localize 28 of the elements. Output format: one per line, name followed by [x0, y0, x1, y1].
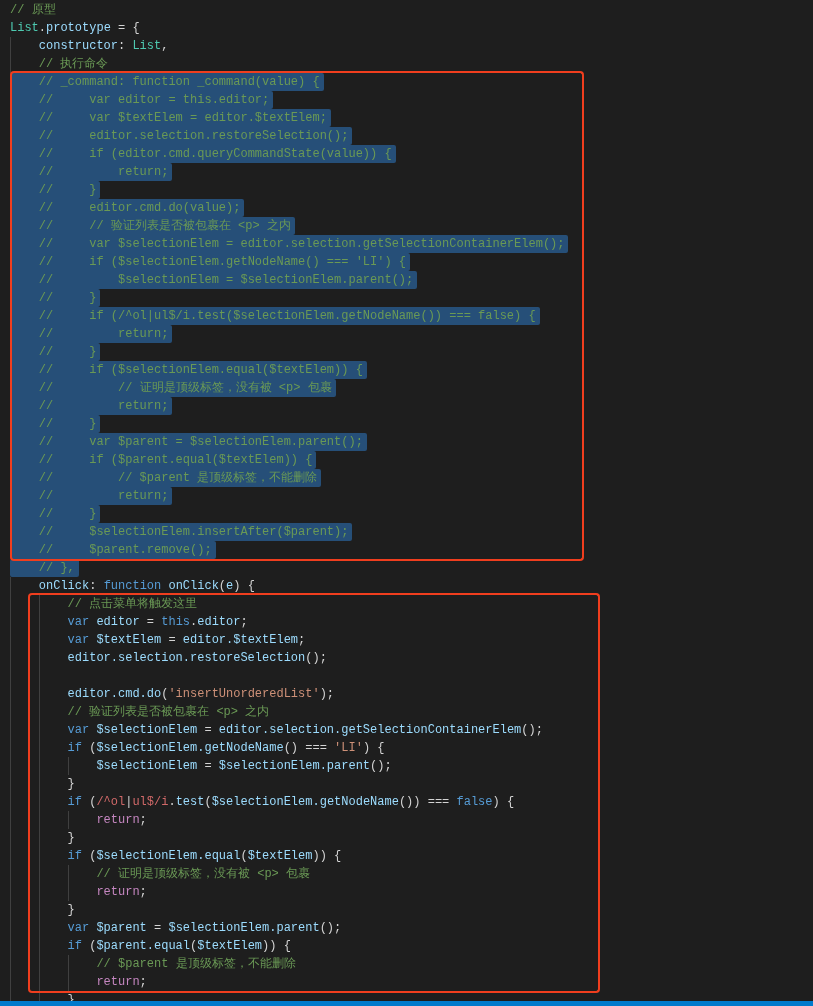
- code-line: return;: [96, 974, 148, 991]
- code-line: editor.cmd.do('insertUnorderedList');: [67, 686, 336, 703]
- code-line: editor.selection.restoreSelection();: [67, 650, 328, 667]
- code-line: $selectionElem = $selectionElem.parent();: [96, 758, 393, 775]
- code-line: if ($selectionElem.equal($textElem)) {: [67, 848, 343, 865]
- code-line: if ($parent.equal($textElem)) {: [67, 938, 292, 955]
- code-line: // 点击菜单将触发这里: [67, 596, 199, 613]
- indent-guide: [67, 811, 69, 829]
- code-line: }: [67, 776, 76, 793]
- code-line: return;: [96, 812, 148, 829]
- code-line: }: [67, 830, 76, 847]
- code-line: var $parent = $selectionElem.parent();: [67, 920, 343, 937]
- code-line: constructor: List,: [38, 38, 170, 55]
- code-line: // $parent 是顶级标签，不能删除: [96, 956, 297, 973]
- code-line: // 验证列表是否被包裹在 <p> 之内: [67, 704, 271, 721]
- code-line: List.prototype = {: [10, 20, 141, 37]
- code-line: var $selectionElem = editor.selection.getSelectionContainerElem();: [67, 722, 544, 739]
- indent-guide: [67, 757, 69, 775]
- code-line: // 原型: [10, 2, 57, 19]
- code-line: var $textElem = editor.$textElem;: [67, 632, 307, 649]
- code-line: onClick: function onClick(e) {: [38, 578, 256, 595]
- code-line: // 证明是顶级标签，没有被 <p> 包裹: [96, 866, 311, 883]
- code-line: }: [67, 902, 76, 919]
- code-line: return;: [96, 884, 148, 901]
- code-line: if ($selectionElem.getNodeName() === 'LI') {: [67, 740, 386, 757]
- code-line: if (/^ol|ul$/i.test($selectionElem.getNodeName()) === false) {: [67, 794, 516, 811]
- code-line: // 执行命令: [38, 56, 110, 73]
- code-line: var editor = this.editor;: [67, 614, 249, 631]
